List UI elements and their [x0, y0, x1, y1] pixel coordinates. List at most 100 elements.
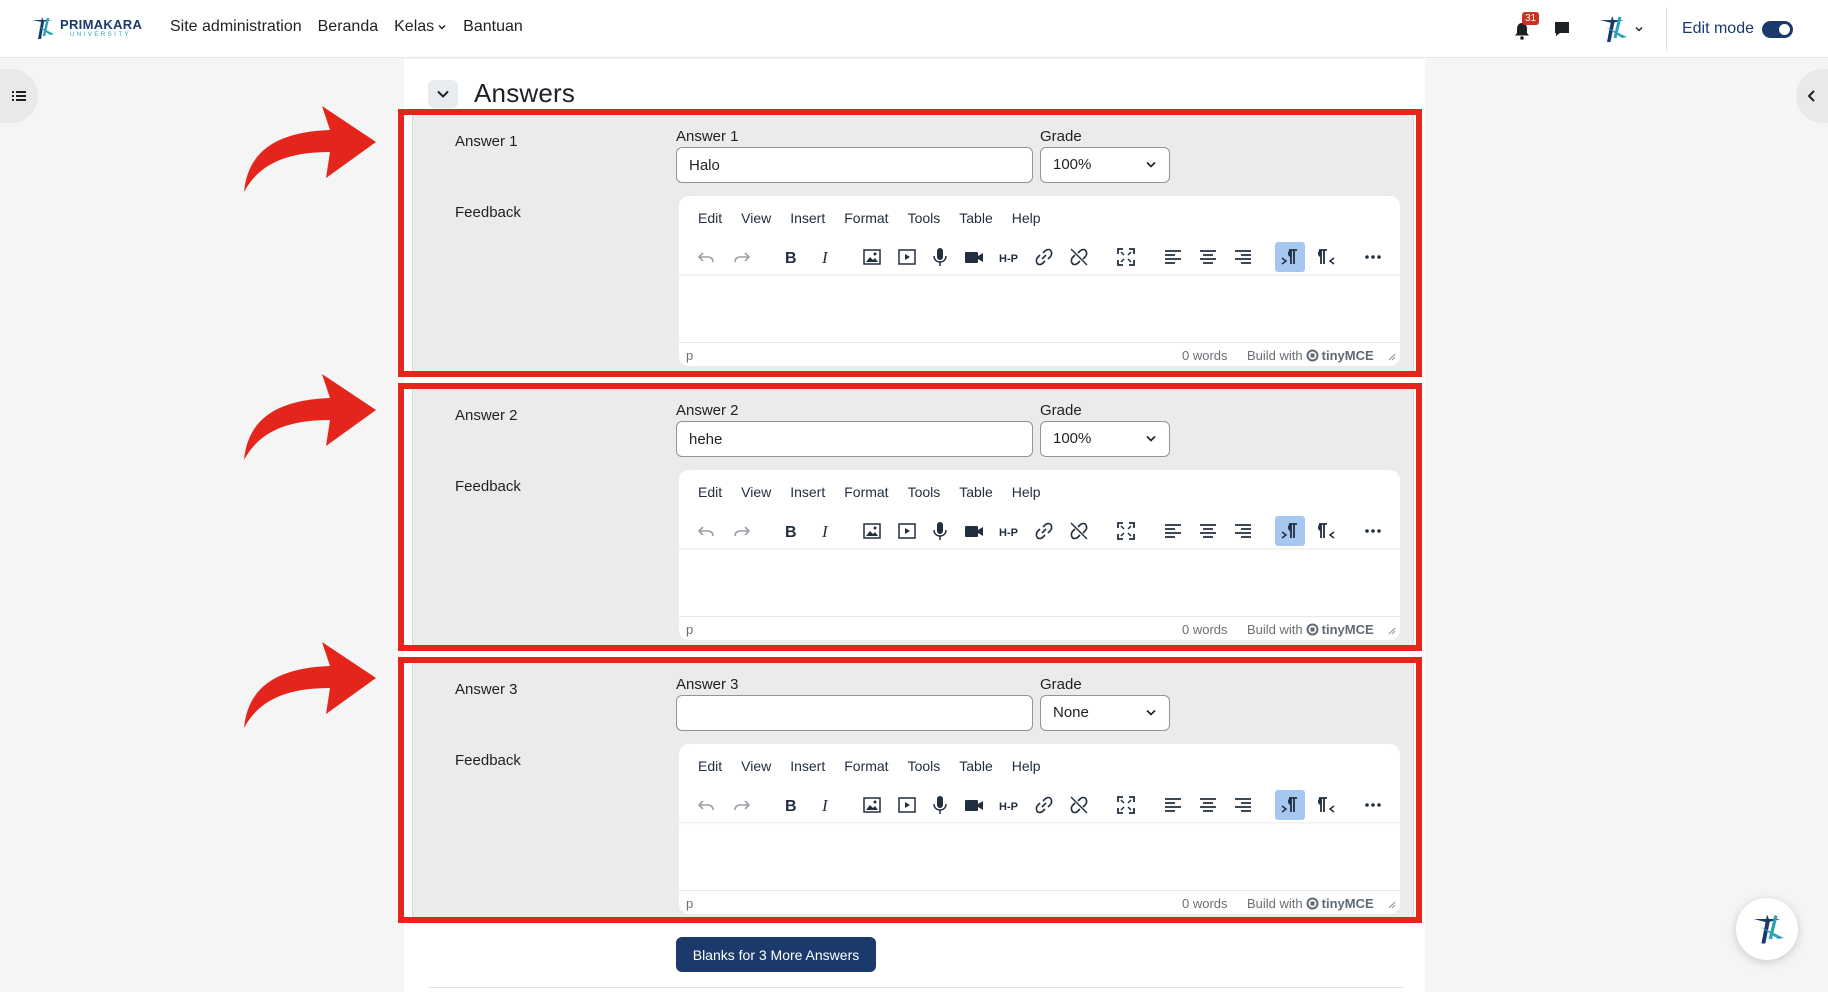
- rtl-button[interactable]: [1311, 790, 1341, 820]
- image-button[interactable]: [857, 516, 887, 546]
- resize-handle-icon[interactable]: [1388, 627, 1396, 635]
- resize-handle-icon[interactable]: [1388, 353, 1396, 361]
- editor-menu-item[interactable]: Insert: [790, 210, 825, 226]
- messages-icon[interactable]: [1552, 19, 1572, 39]
- undo-button[interactable]: [691, 516, 721, 546]
- italic-button[interactable]: I: [810, 516, 840, 546]
- editor-content-area[interactable]: [679, 826, 1400, 888]
- link-button[interactable]: [1029, 790, 1059, 820]
- fullscreen-button[interactable]: [1111, 790, 1141, 820]
- editor-menu-item[interactable]: Edit: [698, 210, 722, 226]
- editor-content-area[interactable]: [679, 552, 1400, 614]
- bold-button[interactable]: B: [775, 242, 805, 272]
- editor-menu-item[interactable]: Edit: [698, 758, 722, 774]
- video-button[interactable]: [959, 242, 989, 272]
- italic-button[interactable]: I: [810, 242, 840, 272]
- block-drawer-toggle[interactable]: [1796, 69, 1828, 123]
- answer-text-input[interactable]: [676, 695, 1033, 731]
- unlink-button[interactable]: [1064, 790, 1094, 820]
- align-right-button[interactable]: [1228, 790, 1258, 820]
- bold-button[interactable]: B: [775, 790, 805, 820]
- nav-site-administration[interactable]: Site administration: [170, 18, 302, 36]
- ltr-button[interactable]: [1275, 516, 1305, 546]
- rtl-button[interactable]: [1311, 242, 1341, 272]
- more-answers-button[interactable]: Blanks for 3 More Answers: [676, 937, 876, 972]
- element-path[interactable]: p: [686, 622, 693, 637]
- nav-beranda[interactable]: Beranda: [318, 18, 379, 36]
- fullscreen-button[interactable]: [1111, 516, 1141, 546]
- align-center-button[interactable]: [1193, 242, 1223, 272]
- editor-content-area[interactable]: [679, 278, 1400, 340]
- editor-menu-item[interactable]: View: [741, 484, 771, 500]
- editor-menu-item[interactable]: Format: [844, 210, 888, 226]
- editor-menu-item[interactable]: Format: [844, 484, 888, 500]
- course-index-toggle[interactable]: [0, 69, 38, 123]
- more-options-button[interactable]: [1358, 516, 1388, 546]
- more-options-button[interactable]: [1358, 790, 1388, 820]
- unlink-button[interactable]: [1064, 242, 1094, 272]
- resize-handle-icon[interactable]: [1388, 901, 1396, 909]
- editor-menu-item[interactable]: Help: [1012, 758, 1041, 774]
- grade-select[interactable]: 100%: [1040, 421, 1170, 457]
- microphone-button[interactable]: [925, 516, 955, 546]
- element-path[interactable]: p: [686, 348, 693, 363]
- italic-button[interactable]: I: [810, 790, 840, 820]
- user-menu[interactable]: [1594, 11, 1644, 47]
- tinymce-branding[interactable]: Build with tinyMCE: [1247, 348, 1374, 363]
- h5p-button[interactable]: H-P: [994, 516, 1024, 546]
- h5p-button[interactable]: H-P: [994, 242, 1024, 272]
- redo-button[interactable]: [727, 242, 757, 272]
- bold-button[interactable]: B: [775, 516, 805, 546]
- editor-menu-item[interactable]: Format: [844, 758, 888, 774]
- editor-menu-item[interactable]: Tools: [908, 758, 941, 774]
- editor-menu-item[interactable]: Edit: [698, 484, 722, 500]
- ltr-button[interactable]: [1275, 242, 1305, 272]
- word-count[interactable]: 0 words: [1182, 896, 1228, 911]
- grade-select[interactable]: 100%: [1040, 147, 1170, 183]
- edit-mode-switch[interactable]: Edit mode: [1682, 20, 1793, 38]
- notifications-button[interactable]: 31: [1514, 12, 1540, 40]
- word-count[interactable]: 0 words: [1182, 622, 1228, 637]
- image-button[interactable]: [857, 790, 887, 820]
- editor-menu-item[interactable]: View: [741, 210, 771, 226]
- align-center-button[interactable]: [1193, 516, 1223, 546]
- editor-menu-item[interactable]: Table: [959, 758, 992, 774]
- grade-select[interactable]: None: [1040, 695, 1170, 731]
- align-center-button[interactable]: [1193, 790, 1223, 820]
- rtl-button[interactable]: [1311, 516, 1341, 546]
- align-right-button[interactable]: [1228, 516, 1258, 546]
- video-button[interactable]: [959, 790, 989, 820]
- editor-menu-item[interactable]: View: [741, 758, 771, 774]
- align-left-button[interactable]: [1158, 790, 1188, 820]
- editor-menu-item[interactable]: Tools: [908, 210, 941, 226]
- link-button[interactable]: [1029, 516, 1059, 546]
- align-right-button[interactable]: [1228, 242, 1258, 272]
- image-button[interactable]: [857, 242, 887, 272]
- align-left-button[interactable]: [1158, 242, 1188, 272]
- ltr-button[interactable]: [1275, 790, 1305, 820]
- editor-menu-item[interactable]: Tools: [908, 484, 941, 500]
- video-button[interactable]: [959, 516, 989, 546]
- answer-text-input[interactable]: [676, 147, 1033, 183]
- redo-button[interactable]: [727, 516, 757, 546]
- site-logo[interactable]: PRIMAKARA UNIVERSITY: [28, 14, 142, 42]
- editor-menu-item[interactable]: Insert: [790, 758, 825, 774]
- more-options-button[interactable]: [1358, 242, 1388, 272]
- redo-button[interactable]: [727, 790, 757, 820]
- media-button[interactable]: [892, 790, 922, 820]
- nav-kelas[interactable]: Kelas: [394, 18, 447, 36]
- media-button[interactable]: [892, 516, 922, 546]
- floating-assistant-button[interactable]: [1736, 898, 1798, 960]
- unlink-button[interactable]: [1064, 516, 1094, 546]
- nav-bantuan[interactable]: Bantuan: [463, 18, 523, 36]
- tinymce-branding[interactable]: Build with tinyMCE: [1247, 896, 1374, 911]
- microphone-button[interactable]: [925, 790, 955, 820]
- answer-text-input[interactable]: [676, 421, 1033, 457]
- undo-button[interactable]: [691, 242, 721, 272]
- media-button[interactable]: [892, 242, 922, 272]
- microphone-button[interactable]: [925, 242, 955, 272]
- undo-button[interactable]: [691, 790, 721, 820]
- link-button[interactable]: [1029, 242, 1059, 272]
- editor-menu-item[interactable]: Table: [959, 484, 992, 500]
- collapse-section-button[interactable]: [428, 79, 458, 108]
